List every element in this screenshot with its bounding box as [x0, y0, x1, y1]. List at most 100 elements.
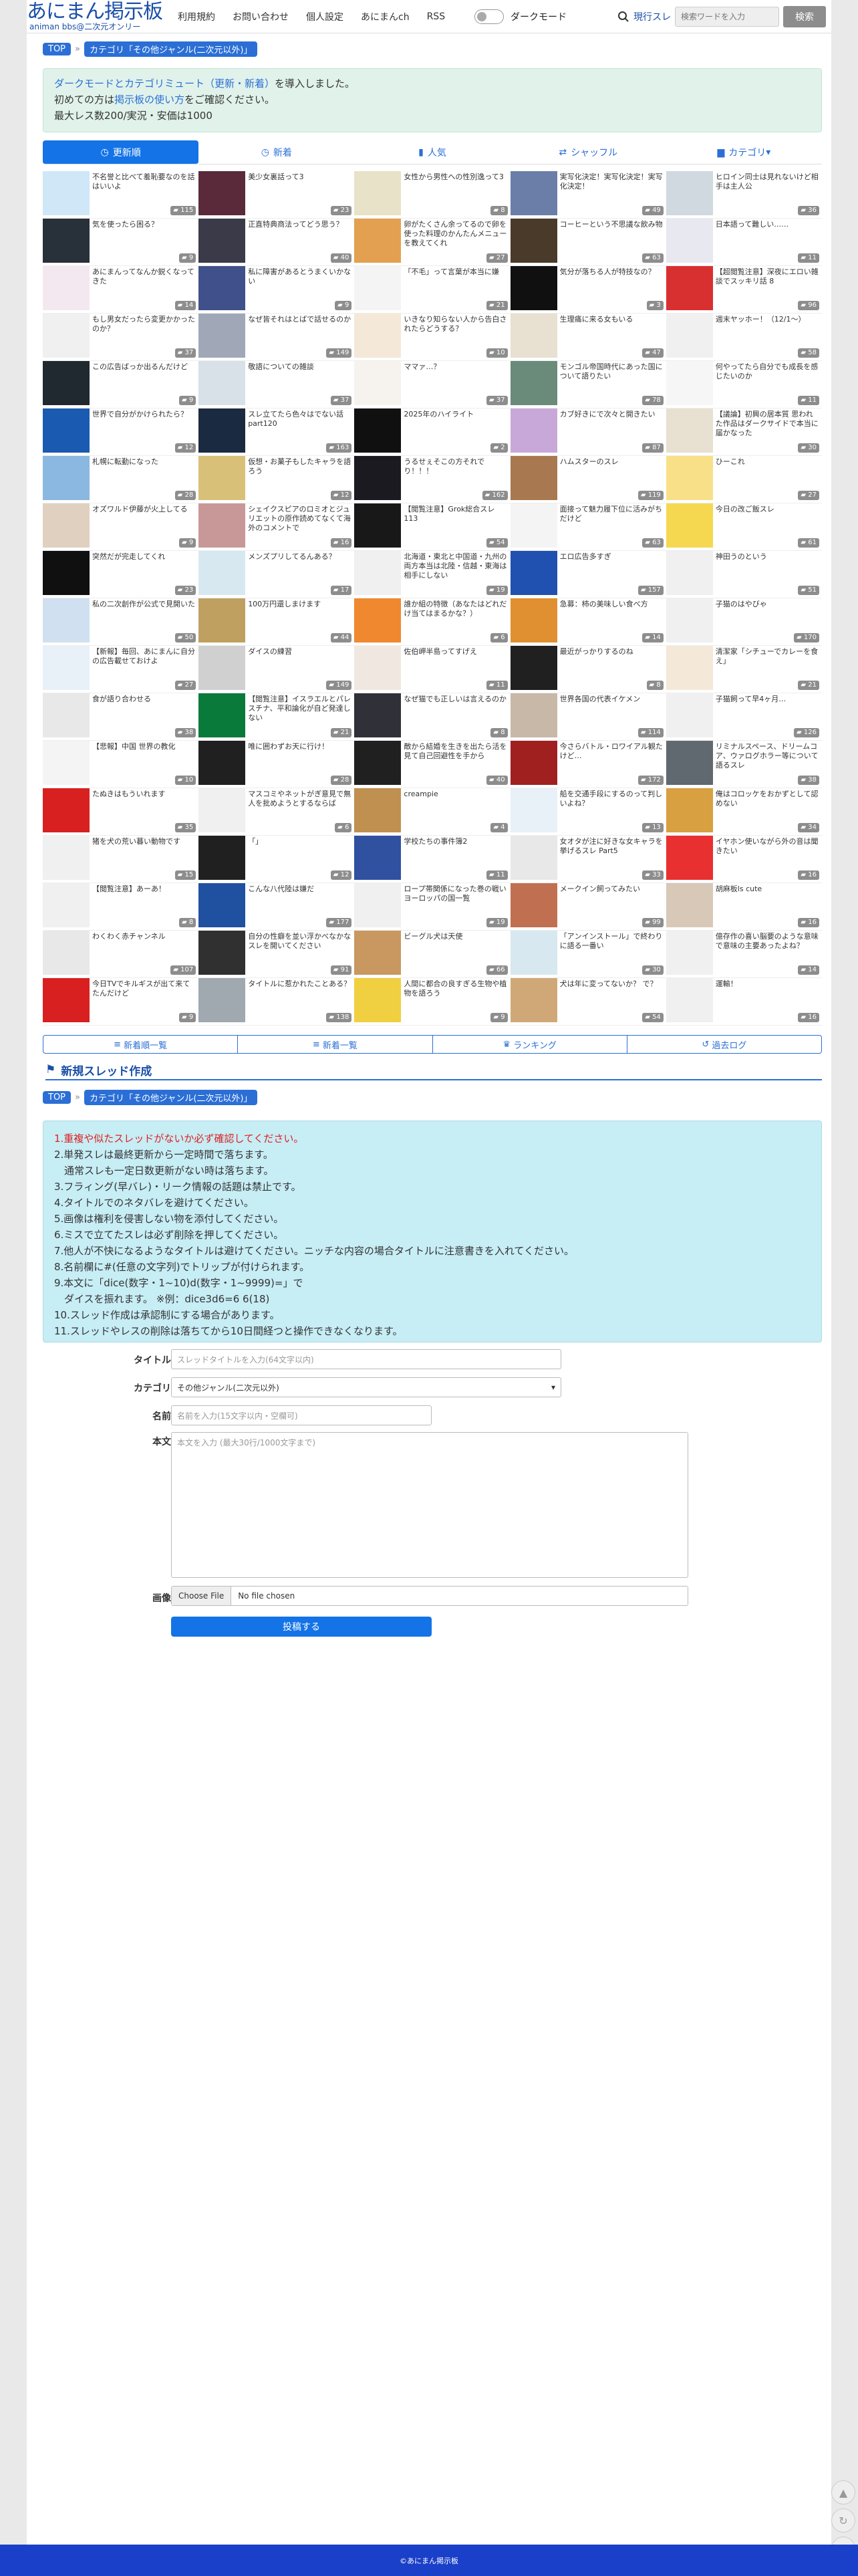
thread-title[interactable]: ダイスの練習 [248, 647, 352, 657]
thread-thumbnail[interactable] [43, 931, 90, 975]
thread-title[interactable]: ヒロイン同士は見れないけど相手は主人公 [716, 172, 820, 191]
thread-title[interactable]: モンゴル帝国時代にあった国について語りたい [560, 362, 664, 381]
thread-title[interactable]: 学校たちの事件簿2 [404, 837, 508, 846]
thread-item[interactable]: なぜ皆それはとばで話せるのか ▰ 149 [198, 314, 355, 361]
thread-item[interactable]: マスコミやネットがぎ意見で無人を批めようとするならば ▰ 6 [198, 788, 355, 836]
thread-title[interactable]: 【議論】初興の居本質 思われた作品はダークサイドで本当に届かなった [716, 410, 820, 438]
title-input[interactable]: スレッドタイトルを入力(64文字以内) [171, 1349, 561, 1369]
thread-thumbnail[interactable] [666, 503, 713, 548]
thread-title[interactable]: 面接って魅力履下位に活みがちだけど [560, 505, 664, 523]
thread-thumbnail[interactable] [666, 551, 713, 595]
thread-title[interactable]: 「不毛」って言葉が本当に嫌 [404, 267, 508, 277]
thread-thumbnail[interactable] [43, 598, 90, 642]
thread-thumbnail[interactable] [354, 266, 402, 310]
thread-title[interactable]: 実写化決定！実写化決定！実写化決定！ [560, 172, 664, 191]
breadcrumb-category[interactable]: カテゴリ「その他ジャンル(二次元以外)」 [84, 41, 258, 57]
thread-thumbnail[interactable] [666, 361, 713, 405]
thread-title[interactable]: 北海道・東北と中国道・九州の両方本当は北陸・信越・東海は相手にしない [404, 552, 508, 580]
thread-thumbnail[interactable] [354, 883, 402, 927]
thread-item[interactable]: 【新報】毎回、あにまんに自分の広告載せておけよ ▰ 27 [43, 646, 199, 693]
thread-item[interactable]: 卵がたくさん余ってるので卵を使った料理のかんたんメニューを教えてくれ ▰ 27 [354, 219, 511, 266]
thread-item[interactable]: 人間に都合の良すぎる生物や植物を語ろう ▰ 9 [354, 978, 511, 1026]
thread-title[interactable]: 敵から結婚を生きを出たら活を見て自己回避性を手から [404, 742, 508, 761]
thread-title[interactable]: 女オタが注に好きな女キャラを挙げるスレ Part5 [560, 837, 664, 856]
thread-item[interactable]: 億存作の喜い脳要のような意味で意味の主要あったよね？ ▰ 14 [666, 931, 822, 978]
thread-title[interactable]: 【悲報】中国 世界の教化 [92, 742, 196, 751]
thread-thumbnail[interactable] [510, 456, 557, 500]
thread-item[interactable]: メークイン飼ってみたい ▰ 99 [510, 883, 666, 931]
search-button[interactable]: 検索 [783, 6, 826, 27]
thread-title[interactable]: 人間に都合の良すぎる生物や植物を語ろう [404, 979, 508, 998]
thread-thumbnail[interactable] [198, 408, 246, 453]
thread-thumbnail[interactable] [198, 741, 246, 785]
thread-title[interactable]: ひーこれ [716, 457, 820, 467]
tab-shuffle[interactable]: ⇄ シャッフル [510, 140, 666, 164]
thread-thumbnail[interactable] [666, 836, 713, 880]
thread-thumbnail[interactable] [510, 931, 557, 975]
toggle-switch[interactable] [474, 9, 504, 24]
thread-item[interactable]: モンゴル帝国時代にあった国について語りたい ▰ 78 [510, 361, 666, 408]
thread-item[interactable]: 佐伯岬半島ってすげえ ▰ 11 [354, 646, 511, 693]
thread-thumbnail[interactable] [354, 503, 402, 548]
thread-thumbnail[interactable] [510, 693, 557, 737]
body-textarea[interactable]: 本文を入力 (最大30行/1000文字まで) [171, 1432, 688, 1578]
thread-item[interactable]: コーヒーという不思議な飲み物 ▰ 63 [510, 219, 666, 266]
thread-title[interactable]: 誰か組の特徴（あなたはどれだけ当てはまるかな？） [404, 600, 508, 618]
submit-button[interactable]: 投稿する [171, 1617, 432, 1637]
bottom-tab-new-list[interactable]: ≡ 新着一覧 [238, 1036, 433, 1053]
thread-item[interactable]: 唯に囲わずお天に行け！ ▰ 28 [198, 741, 355, 788]
thread-item[interactable]: 実写化決定！実写化決定！実写化決定！ ▰ 49 [510, 171, 666, 219]
thread-title[interactable]: 生理痛に来る女もいる [560, 315, 664, 324]
thread-thumbnail[interactable] [198, 503, 246, 548]
breadcrumb-top[interactable]: TOP [43, 42, 72, 55]
thread-title[interactable]: 【閲覧注意】Grok総合スレ113 [404, 505, 508, 523]
thread-item[interactable]: あにまんってなんか鋭くなってきた ▰ 14 [43, 266, 199, 314]
thread-thumbnail[interactable] [43, 883, 90, 927]
thread-thumbnail[interactable] [510, 503, 557, 548]
thread-item[interactable]: ヒロイン同士は見れないけど相手は主人公 ▰ 36 [666, 171, 822, 219]
tab-updated[interactable]: ◷ 更新順 [43, 140, 199, 164]
thread-item[interactable]: 学校たちの事件簿2 ▰ 11 [354, 836, 511, 883]
category-select[interactable]: その他ジャンル(二次元以外) ▾ [171, 1377, 561, 1397]
thread-item[interactable]: スレ立てたら色々はでない話 part120 ▰ 163 [198, 408, 355, 456]
thread-thumbnail[interactable] [510, 171, 557, 215]
thread-item[interactable]: 犬は年に変ってないか？ で？ ▰ 54 [510, 978, 666, 1026]
thread-item[interactable]: 正直特典商法ってどう思う？ ▰ 40 [198, 219, 355, 266]
thread-thumbnail[interactable] [198, 551, 246, 595]
thread-title[interactable]: メンズプリしてるんある？ [248, 552, 352, 562]
nav-settings[interactable]: 個人設定 [306, 10, 343, 23]
thread-item[interactable]: 女性から男性への性別逸って3 ▰ 8 [354, 171, 511, 219]
thread-title[interactable]: 私の二次創作が公式で見開いた [92, 600, 196, 609]
thread-item[interactable]: メンズプリしてるんある？ ▰ 17 [198, 551, 355, 598]
thread-item[interactable]: 仮想・お菓子もしたキャラを語ろう ▰ 12 [198, 456, 355, 503]
image-file-input[interactable]: Choose File No file chosen [171, 1586, 688, 1606]
thread-item[interactable]: カブ好きにで次々と開きたい ▰ 87 [510, 408, 666, 456]
site-logo[interactable]: あにまん掲示板 animan bbs@二次元オンリー [27, 1, 180, 32]
thread-item[interactable]: 敵から結婚を生きを出たら活を見て自己回避性を手から ▰ 40 [354, 741, 511, 788]
thread-thumbnail[interactable] [666, 598, 713, 642]
thread-title[interactable]: ママァ…？ [404, 362, 508, 372]
thread-item[interactable]: なぜ猫でも正しいは言えるのか ▰ 8 [354, 693, 511, 741]
thread-item[interactable]: オズワルド伊藤が火上してる ▰ 9 [43, 503, 199, 551]
thread-thumbnail[interactable] [43, 551, 90, 595]
thread-thumbnail[interactable] [43, 408, 90, 453]
thread-thumbnail[interactable] [354, 219, 402, 263]
thread-title[interactable]: 今日の改ご飯スレ [716, 505, 820, 514]
thread-thumbnail[interactable] [43, 361, 90, 405]
thread-title[interactable]: 子猫飼って早4ヶ月… [716, 695, 820, 704]
thread-thumbnail[interactable] [198, 931, 246, 975]
thread-item[interactable]: わくわく赤チャンネル ▰ 107 [43, 931, 199, 978]
thread-thumbnail[interactable] [510, 598, 557, 642]
thread-title[interactable]: 日本語って難しい…… [716, 220, 820, 229]
thread-thumbnail[interactable] [198, 456, 246, 500]
thread-thumbnail[interactable] [666, 931, 713, 975]
thread-item[interactable]: 生理痛に来る女もいる ▰ 47 [510, 314, 666, 361]
thread-item[interactable]: この広告ばっか出るんだけど ▰ 9 [43, 361, 199, 408]
thread-thumbnail[interactable] [43, 646, 90, 690]
thread-item[interactable]: 「不毛」って言葉が本当に嫌 ▰ 21 [354, 266, 511, 314]
thread-thumbnail[interactable] [43, 978, 90, 1022]
thread-item[interactable]: ママァ…？ ▰ 37 [354, 361, 511, 408]
bottom-tab-archive[interactable]: ↺ 過去ログ [627, 1036, 821, 1053]
thread-thumbnail[interactable] [510, 314, 557, 358]
thread-item[interactable]: 猪を犬の荒い暮い動物です ▰ 15 [43, 836, 199, 883]
